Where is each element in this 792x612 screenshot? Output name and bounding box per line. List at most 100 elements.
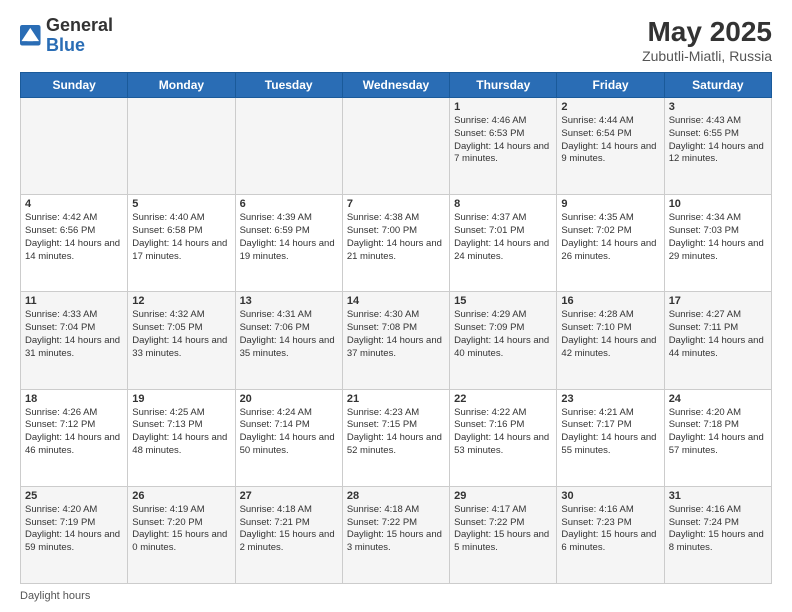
day-info: Sunrise: 4:16 AMSunset: 7:23 PMDaylight:… [561,504,659,555]
day-info: Sunrise: 4:18 AMSunset: 7:21 PMDaylight:… [240,504,338,555]
calendar-cell: 18Sunrise: 4:26 AMSunset: 7:12 PMDayligh… [21,389,128,486]
calendar-cell: 19 Sunrise: 4:25 AMSunset: 7:13 PMDayligh… [128,389,235,486]
day-number: 14 [347,295,445,307]
day-info: Sunrise: 4:20 AMSunset: 7:18 PMDaylight:… [669,407,767,458]
day-number: 19 [132,393,230,405]
calendar-cell: 24 Sunrise: 4:20 AMSunset: 7:18 PMDayligh… [664,389,771,486]
calendar-cell: 12 Sunrise: 4:32 AMSunset: 7:05 PMDayligh… [128,292,235,389]
day-info: Sunrise: 4:37 AMSunset: 7:01 PMDaylight:… [454,212,552,263]
day-number: 22 [454,393,552,405]
header: General Blue May 2025 Zubutli-Miatli, Ru… [20,16,772,64]
day-number: 5 [132,198,230,210]
day-number: 16 [561,295,659,307]
weekday-header-sunday: Sunday [21,73,128,98]
legend: Daylight hours [20,590,772,602]
day-info: Sunrise: 4:25 AMSunset: 7:13 PMDaylight:… [132,407,230,458]
day-info: Sunrise: 4:42 AMSunset: 6:56 PMDaylight:… [25,212,123,263]
calendar-cell [235,98,342,195]
day-number: 20 [240,393,338,405]
calendar-cell: 26 Sunrise: 4:19 AMSunset: 7:20 PMDayligh… [128,486,235,583]
day-number: 31 [669,490,767,502]
weekday-header-wednesday: Wednesday [342,73,449,98]
day-number: 13 [240,295,338,307]
logo-blue-text: Blue [46,35,85,55]
calendar-cell [128,98,235,195]
calendar-cell: 13 Sunrise: 4:31 AMSunset: 7:06 PMDayligh… [235,292,342,389]
day-number: 29 [454,490,552,502]
calendar-cell [342,98,449,195]
day-number: 2 [561,101,659,113]
calendar-cell: 15Sunrise: 4:29 AMSunset: 7:09 PMDayligh… [450,292,557,389]
calendar-cell: 6Sunrise: 4:39 AMSunset: 6:59 PMDaylight… [235,195,342,292]
day-info: Sunrise: 4:28 AMSunset: 7:10 PMDaylight:… [561,309,659,360]
calendar-cell: 9 Sunrise: 4:35 AMSunset: 7:02 PMDaylight… [557,195,664,292]
day-info: Sunrise: 4:32 AMSunset: 7:05 PMDaylight:… [132,309,230,360]
calendar-cell: 7 Sunrise: 4:38 AMSunset: 7:00 PMDaylight… [342,195,449,292]
day-info: Sunrise: 4:31 AMSunset: 7:06 PMDaylight:… [240,309,338,360]
calendar-cell: 21Sunrise: 4:23 AMSunset: 7:15 PMDayligh… [342,389,449,486]
logo-text: General Blue [46,16,113,56]
day-info: Sunrise: 4:24 AMSunset: 7:14 PMDaylight:… [240,407,338,458]
day-info: Sunrise: 4:40 AMSunset: 6:58 PMDaylight:… [132,212,230,263]
day-info: Sunrise: 4:34 AMSunset: 7:03 PMDaylight:… [669,212,767,263]
calendar-table: SundayMondayTuesdayWednesdayThursdayFrid… [20,72,772,584]
day-info: Sunrise: 4:26 AMSunset: 7:12 PMDaylight:… [25,407,123,458]
day-number: 7 [347,198,445,210]
calendar-cell: 2 Sunrise: 4:44 AMSunset: 6:54 PMDaylight… [557,98,664,195]
weekday-header-saturday: Saturday [664,73,771,98]
calendar-cell: 11 Sunrise: 4:33 AMSunset: 7:04 PMDayligh… [21,292,128,389]
weekday-header-thursday: Thursday [450,73,557,98]
day-number: 26 [132,490,230,502]
logo-general-text: General [46,15,113,35]
day-info: Sunrise: 4:35 AMSunset: 7:02 PMDaylight:… [561,212,659,263]
calendar-week-row: 1 Sunrise: 4:46 AMSunset: 6:53 PMDaylight… [21,98,772,195]
day-info: Sunrise: 4:18 AMSunset: 7:22 PMDaylight:… [347,504,445,555]
calendar-cell: 22 Sunrise: 4:22 AMSunset: 7:16 PMDayligh… [450,389,557,486]
day-number: 24 [669,393,767,405]
day-info: Sunrise: 4:27 AMSunset: 7:11 PMDaylight:… [669,309,767,360]
calendar-week-row: 4 Sunrise: 4:42 AMSunset: 6:56 PMDaylight… [21,195,772,292]
day-number: 10 [669,198,767,210]
calendar-cell: 28Sunrise: 4:18 AMSunset: 7:22 PMDayligh… [342,486,449,583]
day-number: 12 [132,295,230,307]
calendar-cell: 4 Sunrise: 4:42 AMSunset: 6:56 PMDaylight… [21,195,128,292]
daylight-hours-label: Daylight hours [20,590,90,602]
weekday-header-row: SundayMondayTuesdayWednesdayThursdayFrid… [21,73,772,98]
calendar-cell: 16 Sunrise: 4:28 AMSunset: 7:10 PMDayligh… [557,292,664,389]
day-info: Sunrise: 4:19 AMSunset: 7:20 PMDaylight:… [132,504,230,555]
day-info: Sunrise: 4:16 AMSunset: 7:24 PMDaylight:… [669,504,767,555]
day-number: 1 [454,101,552,113]
calendar-week-row: 18Sunrise: 4:26 AMSunset: 7:12 PMDayligh… [21,389,772,486]
generalblue-logo-icon [20,25,42,47]
calendar-cell: 31 Sunrise: 4:16 AMSunset: 7:24 PMDayligh… [664,486,771,583]
day-number: 23 [561,393,659,405]
day-info: Sunrise: 4:43 AMSunset: 6:55 PMDaylight:… [669,115,767,166]
calendar-cell: 14 Sunrise: 4:30 AMSunset: 7:08 PMDayligh… [342,292,449,389]
day-info: Sunrise: 4:46 AMSunset: 6:53 PMDaylight:… [454,115,552,166]
month-title: May 2025 [642,16,772,48]
day-info: Sunrise: 4:39 AMSunset: 6:59 PMDaylight:… [240,212,338,263]
location: Zubutli-Miatli, Russia [642,48,772,64]
day-number: 25 [25,490,123,502]
day-number: 17 [669,295,767,307]
day-number: 8 [454,198,552,210]
day-info: Sunrise: 4:44 AMSunset: 6:54 PMDaylight:… [561,115,659,166]
day-info: Sunrise: 4:38 AMSunset: 7:00 PMDaylight:… [347,212,445,263]
day-info: Sunrise: 4:22 AMSunset: 7:16 PMDaylight:… [454,407,552,458]
calendar-cell: 25Sunrise: 4:20 AMSunset: 7:19 PMDayligh… [21,486,128,583]
day-info: Sunrise: 4:23 AMSunset: 7:15 PMDaylight:… [347,407,445,458]
calendar-cell: 5 Sunrise: 4:40 AMSunset: 6:58 PMDaylight… [128,195,235,292]
day-number: 3 [669,101,767,113]
calendar-week-row: 11 Sunrise: 4:33 AMSunset: 7:04 PMDayligh… [21,292,772,389]
day-number: 27 [240,490,338,502]
day-number: 4 [25,198,123,210]
day-number: 11 [25,295,123,307]
weekday-header-tuesday: Tuesday [235,73,342,98]
day-number: 9 [561,198,659,210]
day-info: Sunrise: 4:30 AMSunset: 7:08 PMDaylight:… [347,309,445,360]
day-info: Sunrise: 4:33 AMSunset: 7:04 PMDaylight:… [25,309,123,360]
calendar-cell: 10 Sunrise: 4:34 AMSunset: 7:03 PMDayligh… [664,195,771,292]
calendar-cell: 29Sunrise: 4:17 AMSunset: 7:22 PMDayligh… [450,486,557,583]
calendar-week-row: 25Sunrise: 4:20 AMSunset: 7:19 PMDayligh… [21,486,772,583]
weekday-header-friday: Friday [557,73,664,98]
